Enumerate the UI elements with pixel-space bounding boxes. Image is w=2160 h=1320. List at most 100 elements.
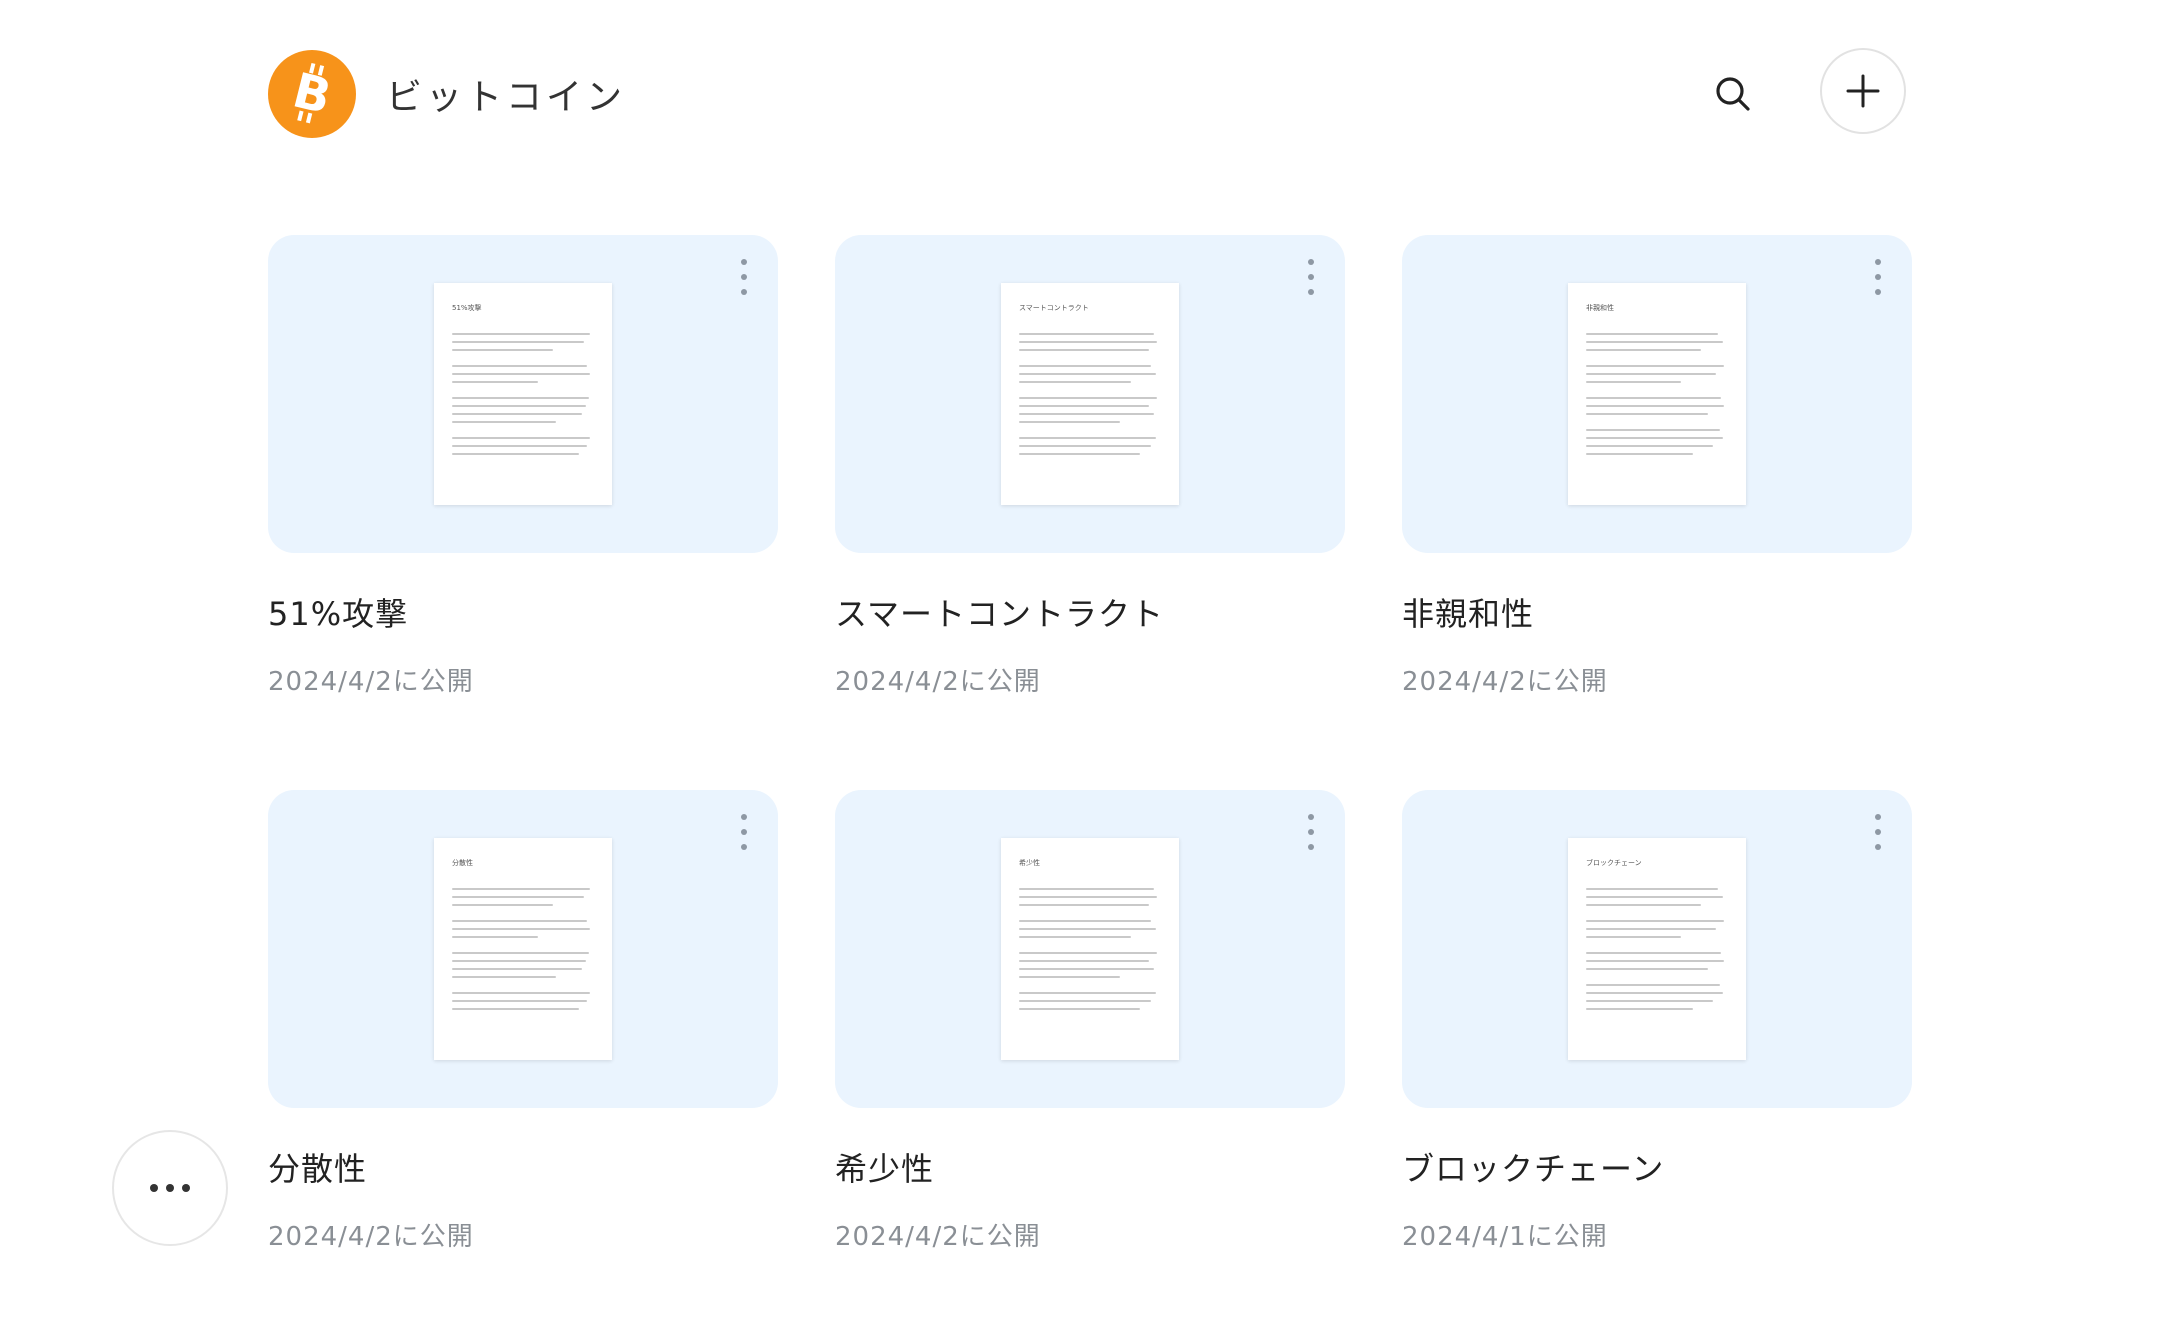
bitcoin-icon[interactable]: B [268, 50, 356, 138]
document-preview-line [1019, 381, 1132, 383]
document-preview-line [1586, 445, 1713, 447]
document-preview-line [1019, 888, 1155, 890]
article-date: 2024/4/2に公開 [268, 667, 474, 697]
document-preview-line [1586, 936, 1682, 938]
document-preview-line [452, 904, 553, 906]
document-preview-line [1019, 896, 1158, 898]
article-card[interactable]: スマートコントラクト スマートコントラクト 2024/4/2に公開 [835, 235, 1345, 698]
document-preview-title: 非親和性 [1586, 304, 1614, 312]
document-preview-line [1019, 421, 1120, 423]
article-card[interactable]: ブロックチェーン ブロックチェーン 2024/4/1に公開 [1402, 790, 1912, 1253]
document-preview-title: 希少性 [1019, 859, 1040, 867]
document-preview-title: ブロックチェーン [1586, 859, 1642, 867]
document-preview-line [452, 405, 586, 407]
document-preview-line [452, 397, 589, 399]
document-preview-line [1019, 920, 1152, 922]
document-preview-line [452, 992, 591, 994]
more-vertical-icon[interactable] [1303, 814, 1319, 850]
document-preview-line [1586, 397, 1722, 399]
more-vertical-icon[interactable] [736, 259, 752, 295]
document-preview: ブロックチェーン [1568, 838, 1746, 1060]
document-preview-gap [1019, 984, 1163, 992]
document-preview-line [1586, 928, 1716, 930]
document-preview-title: スマートコントラクト [1019, 304, 1089, 312]
document-preview-line [452, 960, 586, 962]
document-preview-line [1586, 429, 1720, 431]
more-vertical-icon[interactable] [1870, 814, 1886, 850]
article-card[interactable]: 51%攻撃 51%攻撃 2024/4/2に公開 [268, 235, 778, 698]
document-preview-line [1586, 1008, 1693, 1010]
document-preview: 51%攻撃 [434, 283, 612, 505]
article-title[interactable]: 希少性 [835, 1144, 1345, 1190]
more-vertical-icon[interactable] [1870, 259, 1886, 295]
document-preview-gap [1586, 912, 1730, 920]
more-options-button[interactable] [112, 1130, 228, 1246]
article-card[interactable]: 分散性 分散性 2024/4/2に公開 [268, 790, 778, 1253]
document-preview-line [452, 421, 556, 423]
document-preview-gap [452, 984, 596, 992]
document-preview-line [1019, 333, 1155, 335]
document-preview-gap [1586, 357, 1730, 365]
document-preview-line [1019, 992, 1156, 994]
document-preview-line [1019, 405, 1149, 407]
document-preview-line [452, 928, 591, 930]
app-title: ビットコイン [386, 77, 627, 118]
document-preview: 非親和性 [1568, 283, 1746, 505]
document-preview-gap [1586, 976, 1730, 984]
search-button[interactable] [1709, 70, 1757, 118]
article-date: 2024/4/2に公開 [835, 1222, 1041, 1252]
article-title[interactable]: 非親和性 [1402, 589, 1912, 635]
document-preview-line [1586, 333, 1719, 335]
document-preview-line [1019, 976, 1120, 978]
article-thumbnail[interactable]: 分散性 [268, 790, 778, 1108]
document-preview-line [1586, 413, 1709, 415]
more-vertical-icon[interactable] [736, 814, 752, 850]
search-icon [1716, 77, 1750, 111]
document-preview-line [1586, 405, 1725, 407]
article-thumbnail[interactable]: 非親和性 [1402, 235, 1912, 553]
document-preview-gap [452, 389, 596, 397]
document-preview-line [1019, 936, 1132, 938]
article-title[interactable]: スマートコントラクト [835, 589, 1345, 635]
article-thumbnail[interactable]: ブロックチェーン [1402, 790, 1912, 1108]
document-preview: 希少性 [1001, 838, 1179, 1060]
document-preview-gap [1019, 357, 1163, 365]
plus-icon [1846, 74, 1880, 108]
document-preview-line [1586, 381, 1682, 383]
document-preview-line [1586, 920, 1725, 922]
document-preview-line [1586, 373, 1716, 375]
document-preview-line [1586, 437, 1723, 439]
document-preview-gap [452, 912, 596, 920]
document-preview-line [452, 341, 585, 343]
article-thumbnail[interactable]: 希少性 [835, 790, 1345, 1108]
document-preview-line [1586, 349, 1702, 351]
document-preview-title: 51%攻撃 [452, 304, 482, 312]
more-horizontal-icon [150, 1184, 190, 1192]
article-title[interactable]: 51%攻撃 [268, 589, 778, 635]
add-button[interactable] [1820, 48, 1906, 134]
document-preview-line [1586, 968, 1709, 970]
document-preview-line [452, 1000, 588, 1002]
article-title[interactable]: 分散性 [268, 1144, 778, 1190]
document-preview-line [452, 373, 591, 375]
document-preview-line [452, 888, 591, 890]
more-vertical-icon[interactable] [1303, 259, 1319, 295]
article-date: 2024/4/2に公開 [835, 667, 1041, 697]
article-card[interactable]: 希少性 希少性 2024/4/2に公開 [835, 790, 1345, 1253]
document-preview-line [1019, 373, 1156, 375]
document-preview-line [452, 381, 539, 383]
document-preview-line [1586, 896, 1723, 898]
document-preview: 分散性 [434, 838, 612, 1060]
document-preview-line [452, 1008, 579, 1010]
document-preview-text [1019, 333, 1163, 455]
document-preview-gap [1019, 944, 1163, 952]
document-preview-line [1586, 960, 1725, 962]
article-title[interactable]: ブロックチェーン [1402, 1144, 1912, 1190]
document-preview-gap [452, 357, 596, 365]
document-preview-line [1586, 365, 1725, 367]
document-preview-line [1586, 453, 1693, 455]
article-date: 2024/4/1に公開 [1402, 1222, 1608, 1252]
article-thumbnail[interactable]: スマートコントラクト [835, 235, 1345, 553]
article-card[interactable]: 非親和性 非親和性 2024/4/2に公開 [1402, 235, 1912, 698]
article-thumbnail[interactable]: 51%攻撃 [268, 235, 778, 553]
